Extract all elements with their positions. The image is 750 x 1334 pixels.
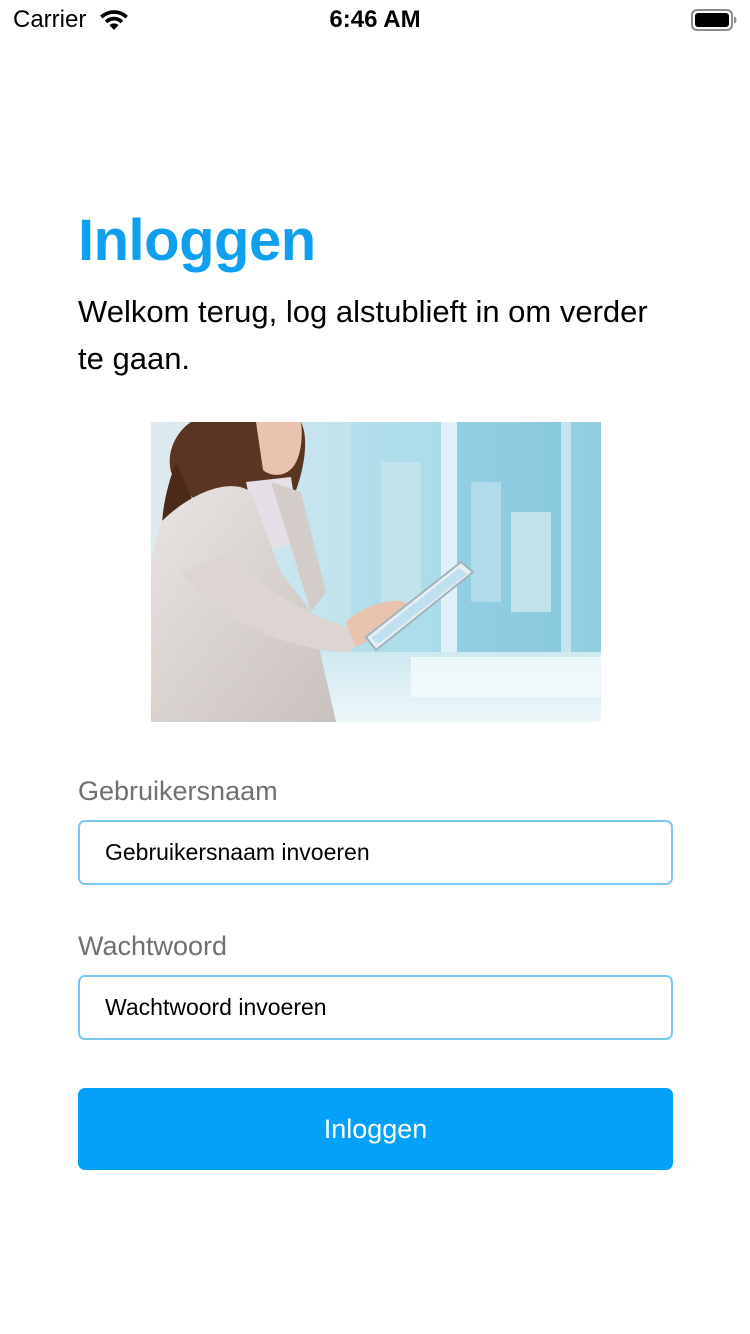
username-input[interactable] — [80, 822, 665, 883]
password-field[interactable] — [78, 975, 673, 1040]
password-label: Wachtwoord — [78, 931, 228, 961]
hero-image — [151, 422, 601, 722]
status-bar: Carrier 6:46 AM — [0, 0, 750, 40]
username-field[interactable] — [78, 820, 673, 885]
username-label: Gebruikersnaam — [78, 776, 278, 806]
status-time: 6:46 AM — [329, 6, 421, 33]
welcome-subtitle: Welkom terug, log alstublieft in om verd… — [78, 294, 648, 376]
page-title: Inloggen — [78, 208, 316, 273]
login-button[interactable]: Inloggen — [78, 1088, 673, 1170]
password-input[interactable] — [80, 977, 665, 1038]
battery-icon — [691, 9, 737, 31]
